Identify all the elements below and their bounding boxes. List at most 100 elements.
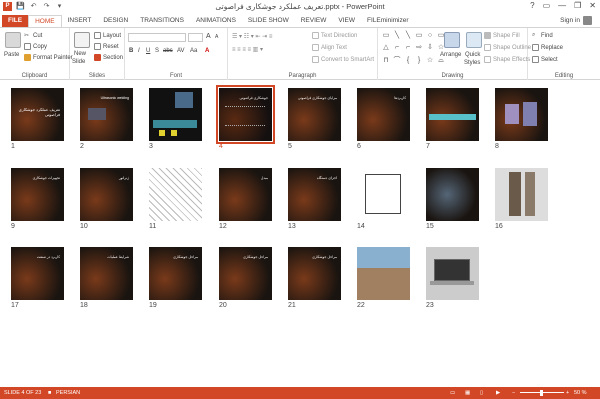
section-button[interactable]: Section <box>94 54 123 61</box>
sign-in-link[interactable]: Sign in <box>560 17 580 24</box>
tab-animations[interactable]: ANIMATIONS <box>190 15 242 27</box>
underline-button[interactable]: U <box>146 48 150 54</box>
shape-item[interactable]: ▭ <box>381 31 391 42</box>
paste-icon[interactable] <box>5 32 21 48</box>
slide-thumbnail-7[interactable] <box>426 88 479 141</box>
shape-fill-button[interactable]: Shape Fill <box>484 32 520 39</box>
slide-thumbnail-21[interactable]: مراحل جوشکاری <box>288 247 341 300</box>
shape-item[interactable]: ╲ <box>403 31 413 42</box>
quick-styles-icon[interactable] <box>466 32 482 48</box>
format-painter-button[interactable]: Format Painter <box>24 54 73 61</box>
shrink-font-button[interactable]: A <box>215 34 218 40</box>
shape-effects-button[interactable]: Shape Effects <box>484 56 530 63</box>
shape-outline-button[interactable]: Shape Outline <box>484 44 531 51</box>
slide-thumbnail-22[interactable] <box>357 247 410 300</box>
zoom-slider-handle[interactable] <box>540 390 543 396</box>
shape-item[interactable]: ⌒ <box>392 56 402 67</box>
customize-qat-icon[interactable]: ▾ <box>55 2 64 11</box>
help-icon[interactable]: ? <box>530 1 534 10</box>
slide-thumbnail-15[interactable] <box>426 168 479 221</box>
slide-thumbnail-19[interactable]: مراحل جوشکاری <box>149 247 202 300</box>
new-slide-button[interactable]: New <box>74 51 86 57</box>
slideshow-view-icon[interactable]: ▶ <box>496 390 500 396</box>
tab-transitions[interactable]: TRANSITIONS <box>134 15 190 27</box>
italic-button[interactable]: I <box>138 48 140 54</box>
shape-item[interactable]: ▭ <box>414 31 424 42</box>
tab-insert[interactable]: INSERT <box>62 15 98 27</box>
shape-item[interactable]: ☆ <box>425 56 435 67</box>
bold-button[interactable]: B <box>129 48 133 54</box>
shape-item[interactable]: { <box>403 56 413 67</box>
font-size-field[interactable] <box>188 33 203 42</box>
tab-view[interactable]: VIEW <box>332 15 361 27</box>
slide-thumbnail-1[interactable]: تعریف عملکرد جوشکاری فراصوتی <box>11 88 64 141</box>
shape-item[interactable]: ⌓ <box>436 56 446 67</box>
ribbon-display-icon[interactable]: ▭ <box>543 1 551 10</box>
slide-thumbnail-8[interactable] <box>495 88 548 141</box>
shape-item[interactable]: ○ <box>425 31 435 42</box>
paste-button[interactable]: Paste <box>4 52 19 58</box>
cut-button[interactable]: ✂ Cut <box>24 32 42 40</box>
shape-item[interactable]: ▭ <box>436 31 446 42</box>
language-label[interactable]: PERSIAN <box>56 390 80 396</box>
shapes-gallery[interactable]: ▭ ╲ ╲ ▭ ○ ▭ △ ⌐ ⌐ ⇨ ⇩ ☆ ⊓ ⌒ { } ☆ ⌓ <box>381 31 445 67</box>
avatar[interactable] <box>583 16 592 25</box>
shape-item[interactable]: ☆ <box>436 43 446 54</box>
slide-thumbnail-9[interactable]: تجهیزات جوشکاری <box>11 168 64 221</box>
text-direction-button[interactable]: Text Direction <box>312 32 357 39</box>
tab-fileminimizer[interactable]: FILEminimizer <box>361 15 415 27</box>
zoom-level[interactable]: 50 % <box>574 390 587 396</box>
reset-button[interactable]: Reset <box>94 43 119 50</box>
reading-view-icon[interactable]: ▯ <box>480 390 483 396</box>
shape-item[interactable]: ⌐ <box>392 43 402 54</box>
redo-icon[interactable]: ↷ <box>42 2 51 11</box>
slide-thumbnail-3[interactable] <box>149 88 202 141</box>
slide-thumbnail-11[interactable] <box>149 168 202 221</box>
slide-thumbnail-5[interactable]: مزایای جوشکاری فراصوتی <box>288 88 341 141</box>
font-name-field[interactable] <box>128 33 186 42</box>
slide-thumbnail-12[interactable]: مبدل <box>219 168 272 221</box>
tab-file[interactable]: FILE <box>2 15 29 27</box>
slide-thumbnail-16[interactable] <box>495 168 548 221</box>
slide-thumbnail-20[interactable]: مراحل جوشکاری <box>219 247 272 300</box>
find-button[interactable]: ⌕ Find <box>532 32 553 39</box>
slide-thumbnail-17[interactable]: کاربرد در صنعت <box>11 247 64 300</box>
slide-thumbnail-10[interactable]: ژنراتور <box>80 168 133 221</box>
slide-sorter-view-icon[interactable]: ▦ <box>465 390 470 396</box>
arrange-icon[interactable] <box>444 32 460 48</box>
slide-thumbnail-23[interactable] <box>426 247 479 300</box>
shape-item[interactable]: ⇨ <box>414 43 424 54</box>
slide-thumbnail-13[interactable]: اجزای دستگاه <box>288 168 341 221</box>
slide-thumbnail-4[interactable]: جوشکاری فراصوتی <box>216 85 275 144</box>
shadow-button[interactable]: S <box>155 48 159 54</box>
quick-styles-button[interactable]: Quick <box>465 52 480 58</box>
minimize-button[interactable]: — <box>558 1 566 10</box>
char-spacing-button[interactable]: AV <box>177 48 185 54</box>
replace-button[interactable]: Replace <box>532 44 563 51</box>
new-slide-button-2[interactable]: Slide <box>72 59 85 65</box>
convert-smartart-button[interactable]: Convert to SmartArt <box>312 56 374 63</box>
align-icons[interactable]: ≡ ≡ ≡ ≡ ▥ ▾ <box>232 46 263 53</box>
shape-item[interactable]: ⇩ <box>425 43 435 54</box>
normal-view-icon[interactable]: ▭ <box>450 390 455 396</box>
close-button[interactable]: ✕ <box>589 1 596 10</box>
language-indicator[interactable]: ■ <box>48 390 51 396</box>
tab-home[interactable]: HOME <box>28 15 62 27</box>
tab-slide-show[interactable]: SLIDE SHOW <box>242 15 295 27</box>
tab-design[interactable]: DESIGN <box>97 15 134 27</box>
shape-item[interactable]: ⌐ <box>403 43 413 54</box>
save-icon[interactable]: 💾 <box>16 2 25 11</box>
change-case-button[interactable]: Aa <box>190 48 197 54</box>
bullets-icon[interactable]: ☰ ▾ ☷ ▾ ⇤ ⇥ ≡ <box>232 33 272 40</box>
restore-button[interactable]: ❐ <box>574 1 581 10</box>
shape-item[interactable]: △ <box>381 43 391 54</box>
layout-button[interactable]: Layout <box>94 32 121 39</box>
new-slide-icon[interactable] <box>74 32 90 48</box>
shape-item[interactable]: } <box>414 56 424 67</box>
quick-styles-button-2[interactable]: Styles <box>464 60 480 66</box>
tab-review[interactable]: REVIEW <box>295 15 333 27</box>
shape-item[interactable]: ⊓ <box>381 56 391 67</box>
slide-thumbnail-2[interactable]: Ultrasonic welding <box>80 88 133 141</box>
copy-button[interactable]: Copy <box>24 43 47 50</box>
font-color-button[interactable]: A <box>205 48 209 54</box>
